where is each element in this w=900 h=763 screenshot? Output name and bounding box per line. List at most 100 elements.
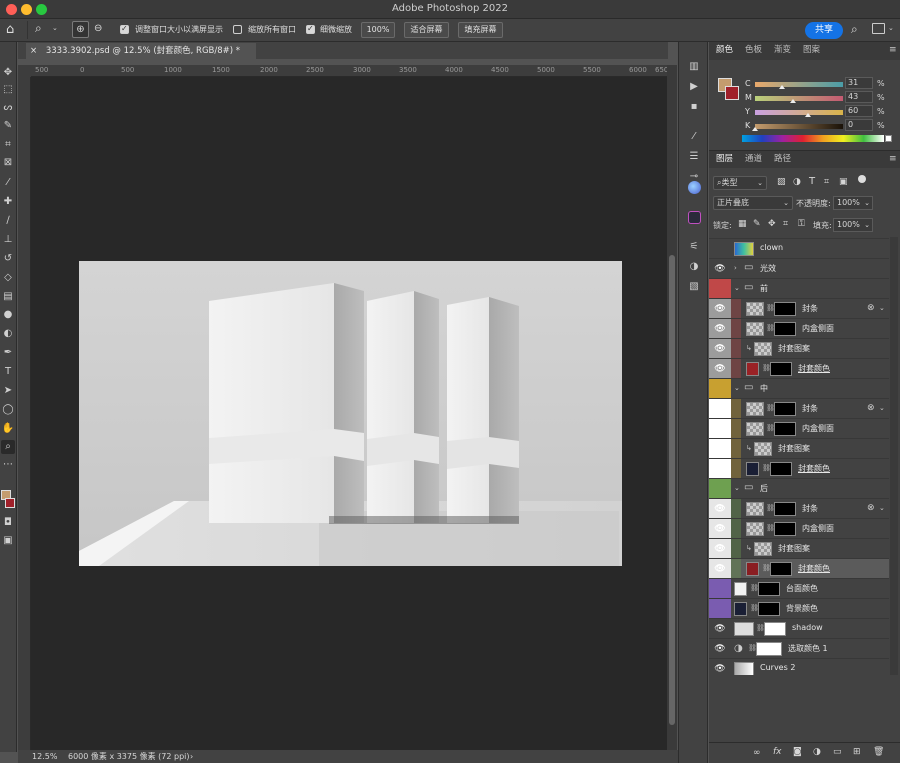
chevron-right-icon[interactable]: ›	[190, 750, 193, 763]
black-slider-handle[interactable]	[752, 127, 758, 131]
healing-brush-tool-icon[interactable]: ✚	[1, 195, 15, 209]
layer-name[interactable]: 内盒侧面	[802, 523, 834, 534]
quick-mask-icon[interactable]: ◘	[1, 516, 15, 530]
move-tool-icon[interactable]: ✥	[1, 66, 15, 80]
filter-shape-icon[interactable]: ⌗	[824, 177, 829, 187]
share-button[interactable]: 共享	[805, 22, 843, 39]
layer-name[interactable]: shadow	[792, 623, 823, 632]
black-slider[interactable]	[755, 124, 843, 129]
lasso-tool-icon[interactable]: ᔕ	[1, 101, 15, 115]
tab-paths[interactable]: 路径	[774, 151, 791, 168]
document-image[interactable]	[79, 261, 622, 566]
filter-pixel-icon[interactable]: ▨	[777, 177, 786, 187]
more-tools-icon[interactable]: ⋯	[1, 458, 15, 472]
layer-row[interactable]: 👁 ⛓ 封条 ⊗ ⌄	[709, 298, 889, 319]
filter-adjustment-icon[interactable]: ◑	[793, 177, 801, 187]
document-tab[interactable]: × 3333.3902.psd @ 12.5% (封套颜色, RGB/8#) *	[26, 43, 256, 59]
visibility-eye-icon[interactable]: 👁	[709, 299, 731, 319]
layer-name[interactable]: 内盒侧面	[802, 423, 834, 434]
plugins-panel-icon[interactable]	[688, 211, 701, 224]
chevron-down-icon[interactable]: ⌄	[879, 404, 885, 412]
layer-row[interactable]: 👁 Curves 2	[709, 658, 889, 675]
layer-row[interactable]: 👁 › ▭ 光效	[709, 258, 889, 278]
magenta-value[interactable]: 43	[845, 91, 873, 103]
horizontal-ruler[interactable]: 500 0 500 1000 1500 2000 2500 3000 3500 …	[31, 65, 673, 77]
chevron-down-icon[interactable]: ⌄	[734, 384, 740, 392]
chevron-down-icon[interactable]: ⌄	[879, 304, 885, 312]
layer-effects-icon[interactable]: ⊗	[867, 503, 875, 513]
layer-row[interactable]: 👁 ⛓ 封套颜色	[709, 358, 889, 379]
tab-color[interactable]: 颜色	[716, 42, 733, 59]
tab-channels[interactable]: 通道	[745, 151, 762, 168]
layer-effects-icon[interactable]: ⊗	[867, 303, 875, 313]
brush-tool-icon[interactable]: ∕	[1, 214, 15, 228]
blend-mode-select[interactable]: 正片叠底 ⌄	[713, 196, 793, 210]
layer-filter-select[interactable]: ⌕类型 ⌄	[713, 176, 767, 190]
close-tab-icon[interactable]: ×	[30, 46, 37, 56]
layer-name[interactable]: 封套图案	[778, 443, 810, 454]
layer-row[interactable]: ⌄ ▭ 前	[709, 278, 889, 299]
visibility-eye-icon[interactable]: 👁	[709, 659, 731, 675]
layer-name[interactable]: 封套颜色	[798, 563, 830, 574]
quick-select-tool-icon[interactable]: ✎	[1, 119, 15, 133]
layer-row[interactable]: 👁 ⛓ 封条 ⊗ ⌄	[709, 498, 889, 519]
layer-row[interactable]: ⌄ ▭ 中	[709, 378, 889, 399]
layer-name[interactable]: 封条	[802, 303, 818, 314]
new-layer-icon[interactable]: ⊞	[853, 747, 861, 757]
layers-scrollbar[interactable]	[890, 237, 898, 675]
layer-name[interactable]: 后	[760, 483, 768, 494]
type-tool-icon[interactable]: T	[1, 365, 15, 379]
cyan-value[interactable]: 31	[845, 77, 873, 89]
visibility-eye-icon[interactable]: 👁	[709, 539, 731, 559]
crop-tool-icon[interactable]: ⌗	[1, 138, 15, 152]
visibility-eye-icon[interactable]: 👁	[709, 399, 731, 419]
lock-transparency-icon[interactable]: ▦	[738, 219, 747, 229]
stamp-tool-icon[interactable]: ⊥	[1, 233, 15, 247]
frame-tool-icon[interactable]: ⊠	[1, 156, 15, 170]
chevron-down-icon[interactable]: ⌄	[734, 484, 740, 492]
layer-name[interactable]: 封套图案	[778, 543, 810, 554]
visibility-eye-icon[interactable]	[709, 579, 731, 599]
chevron-right-icon[interactable]: ›	[734, 264, 737, 272]
add-mask-icon[interactable]: ◙	[793, 747, 802, 757]
layer-row[interactable]: 👁 ◑ ⛓ 选取颜色 1	[709, 638, 889, 658]
layer-name[interactable]: 前	[760, 283, 768, 294]
zoom-tool-icon[interactable]: ⌕	[35, 21, 42, 36]
visibility-eye-icon[interactable]: 👁	[709, 519, 731, 539]
link-layers-icon[interactable]: ∞	[753, 748, 761, 758]
layer-name[interactable]: 封条	[802, 503, 818, 514]
yellow-slider[interactable]	[755, 110, 843, 115]
zoom-in-icon[interactable]: ⊕	[72, 21, 89, 38]
visibility-eye-icon[interactable]	[709, 599, 731, 619]
resize-windows-checkbox[interactable]	[120, 24, 129, 34]
vertical-scrollbar[interactable]	[667, 65, 677, 750]
visibility-eye-icon[interactable]: 👁	[709, 419, 731, 439]
visibility-eye-icon[interactable]: 👁	[709, 439, 731, 459]
fill-screen-button[interactable]: 填充屏幕	[458, 22, 503, 38]
layer-name[interactable]: 选取颜色 1	[788, 643, 828, 654]
layer-row[interactable]: clown	[709, 238, 889, 258]
delete-layer-icon[interactable]: 🗑	[873, 747, 884, 757]
visibility-eye-icon[interactable]: 👁	[709, 319, 731, 339]
layer-row[interactable]: ⛓ 台面颜色	[709, 578, 889, 599]
adjustments-panel-icon[interactable]: ☰	[687, 150, 701, 164]
properties-panel-icon[interactable]: ⚟	[687, 240, 701, 254]
layer-name[interactable]: clown	[760, 243, 783, 252]
search-icon[interactable]: ⌕	[851, 22, 858, 37]
layer-row[interactable]: 👁 ↳ 封套图案	[709, 538, 889, 559]
filter-type-icon[interactable]: T	[809, 176, 815, 187]
cyan-slider[interactable]	[755, 82, 843, 87]
visibility-eye-icon[interactable]: 👁	[709, 619, 731, 639]
visibility-eye-icon[interactable]: 👁	[709, 459, 731, 479]
history-panel-icon[interactable]: ▥	[687, 60, 701, 74]
lock-position-icon[interactable]: ✥	[768, 219, 776, 229]
layer-name[interactable]: 背景颜色	[786, 603, 818, 614]
lock-all-icon[interactable]: ⚿	[798, 219, 805, 229]
marquee-tool-icon[interactable]: ⬚	[1, 83, 15, 97]
black-value[interactable]: 0	[845, 119, 873, 131]
layer-row[interactable]: 👁 ⛓ 封条 ⊗ ⌄	[709, 398, 889, 419]
eyedropper-tool-icon[interactable]: ⁄	[1, 176, 15, 190]
visibility-eye-icon[interactable]: 👁	[709, 359, 731, 379]
layer-row[interactable]: 👁 ⛓ 封套颜色	[709, 558, 889, 579]
layer-name[interactable]: 内盒侧面	[802, 323, 834, 334]
